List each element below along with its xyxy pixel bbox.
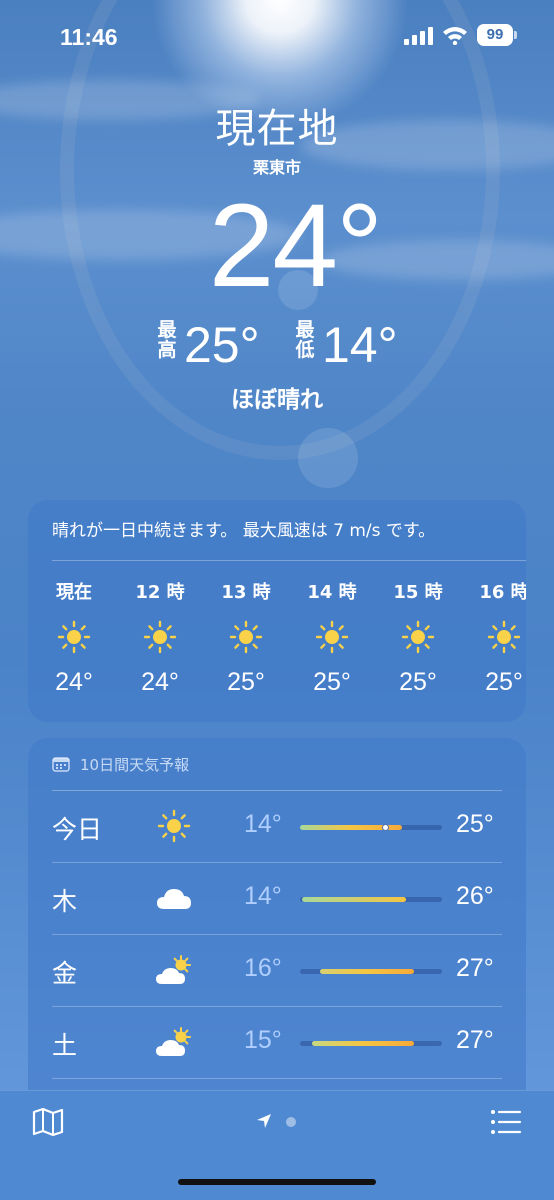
hour-temperature: 24°: [55, 668, 93, 696]
sun-icon: [157, 809, 191, 843]
divider: [52, 790, 502, 791]
battery-cap: [514, 31, 517, 39]
current-temperature: 24°: [208, 180, 383, 312]
hour-item: 14 時 25°: [292, 578, 372, 697]
day-high-temperature: 25°: [456, 810, 494, 838]
day-low-temperature: 15°: [244, 1026, 282, 1054]
day-name: 今日: [52, 815, 103, 844]
divider: [52, 1006, 502, 1007]
day-high-temperature: 27°: [456, 954, 494, 982]
day-low-temperature: 16°: [244, 954, 282, 982]
sun-icon: [401, 620, 435, 654]
hour-item: 現在 24°: [34, 578, 114, 697]
divider: [52, 560, 526, 561]
sun-icon: [57, 620, 91, 654]
cloud-icon: [157, 889, 191, 909]
day-high-temperature: 27°: [456, 1026, 494, 1054]
partly-sunny-icon: [156, 955, 191, 984]
hour-label: 13 時: [221, 582, 271, 603]
hour-temperature: 25°: [227, 668, 265, 696]
page-indicator-dot[interactable]: [286, 1117, 296, 1127]
temperature-range-bar: [300, 1041, 442, 1046]
sun-icon: [229, 620, 263, 654]
calendar-icon: [52, 757, 70, 772]
ten-day-title: 10日間天気予報: [80, 756, 190, 774]
lens-flare: [298, 428, 358, 488]
divider: [52, 862, 502, 863]
temperature-range-bar: [300, 969, 442, 974]
temperature-range-fill: [302, 897, 406, 902]
temperature-range-bar: [300, 824, 442, 831]
divider: [52, 934, 502, 935]
map-icon[interactable]: [32, 1107, 64, 1137]
day-low-temperature: 14°: [244, 810, 282, 838]
hourly-forecast-card[interactable]: 晴れが一日中続きます。 最大風速は 7 m/s です。 現在 24° 12 時 …: [28, 500, 526, 722]
high-label: 最高: [157, 319, 177, 361]
list-icon[interactable]: [490, 1109, 522, 1135]
hour-label: 14 時: [307, 582, 357, 603]
sun-icon: [143, 620, 177, 654]
day-row[interactable]: 木 14° 26°: [28, 864, 526, 934]
divider: [52, 1078, 502, 1079]
hour-temperature: 25°: [313, 668, 351, 696]
city-name: 栗東市: [252, 158, 301, 177]
hour-temperature: 25°: [485, 668, 523, 696]
day-low-temperature: 14°: [244, 882, 282, 910]
hour-label: 12 時: [135, 582, 185, 603]
status-bar: 11:46 99: [0, 0, 554, 76]
location-title: 現在地: [215, 106, 339, 152]
low-label: 最低: [295, 319, 315, 361]
wifi-icon: [443, 27, 467, 45]
hour-item: 16 時 25°: [464, 578, 526, 697]
bottom-toolbar: [0, 1090, 554, 1200]
day-row[interactable]: 金 16° 27°: [28, 936, 526, 1006]
hour-item: 12 時 24°: [120, 578, 200, 697]
status-time: 11:46: [60, 24, 118, 50]
home-indicator[interactable]: [178, 1179, 376, 1185]
low-temperature: 14°: [322, 317, 398, 373]
hour-label: 現在: [56, 582, 92, 603]
forecast-summary: 晴れが一日中続きます。 最大風速は 7 m/s です。: [52, 521, 436, 541]
day-row[interactable]: 土 15° 27°: [28, 1008, 526, 1078]
location-arrow-icon[interactable]: [256, 1113, 272, 1129]
hourly-list[interactable]: 現在 24° 12 時 24° 13 時 25° 14 時 25° 15 時 2…: [28, 578, 526, 708]
sun-icon: [315, 620, 349, 654]
hour-label: 15 時: [393, 582, 443, 603]
day-name: 木: [52, 887, 78, 916]
hour-label: 16 時: [479, 582, 526, 603]
partly-sunny-icon: [156, 1027, 191, 1056]
temperature-range-bar: [300, 897, 442, 902]
high-low-row: 最高 25° 最低 14°: [0, 316, 554, 376]
weather-condition: ほぼ晴れ: [231, 387, 323, 413]
cellular-signal-icon: [404, 27, 433, 45]
hour-item: 15 時 25°: [378, 578, 458, 697]
day-name: 金: [52, 959, 78, 988]
current-temperature-dot: [382, 824, 389, 831]
day-row[interactable]: 今日 14° 25°: [28, 792, 526, 862]
hour-item: 13 時 25°: [206, 578, 286, 697]
temperature-range-fill: [320, 969, 414, 974]
battery-indicator: 99: [477, 24, 513, 46]
temperature-range-fill: [312, 1041, 414, 1046]
hour-temperature: 25°: [399, 668, 437, 696]
hour-temperature: 24°: [141, 668, 179, 696]
ten-day-forecast-card[interactable]: 10日間天気予報 今日 14° 25° 木 14° 26° 金 16° 27° …: [28, 738, 526, 1118]
day-name: 土: [52, 1031, 78, 1060]
day-high-temperature: 26°: [456, 882, 494, 910]
sun-icon: [487, 620, 521, 654]
high-temperature: 25°: [184, 317, 260, 373]
